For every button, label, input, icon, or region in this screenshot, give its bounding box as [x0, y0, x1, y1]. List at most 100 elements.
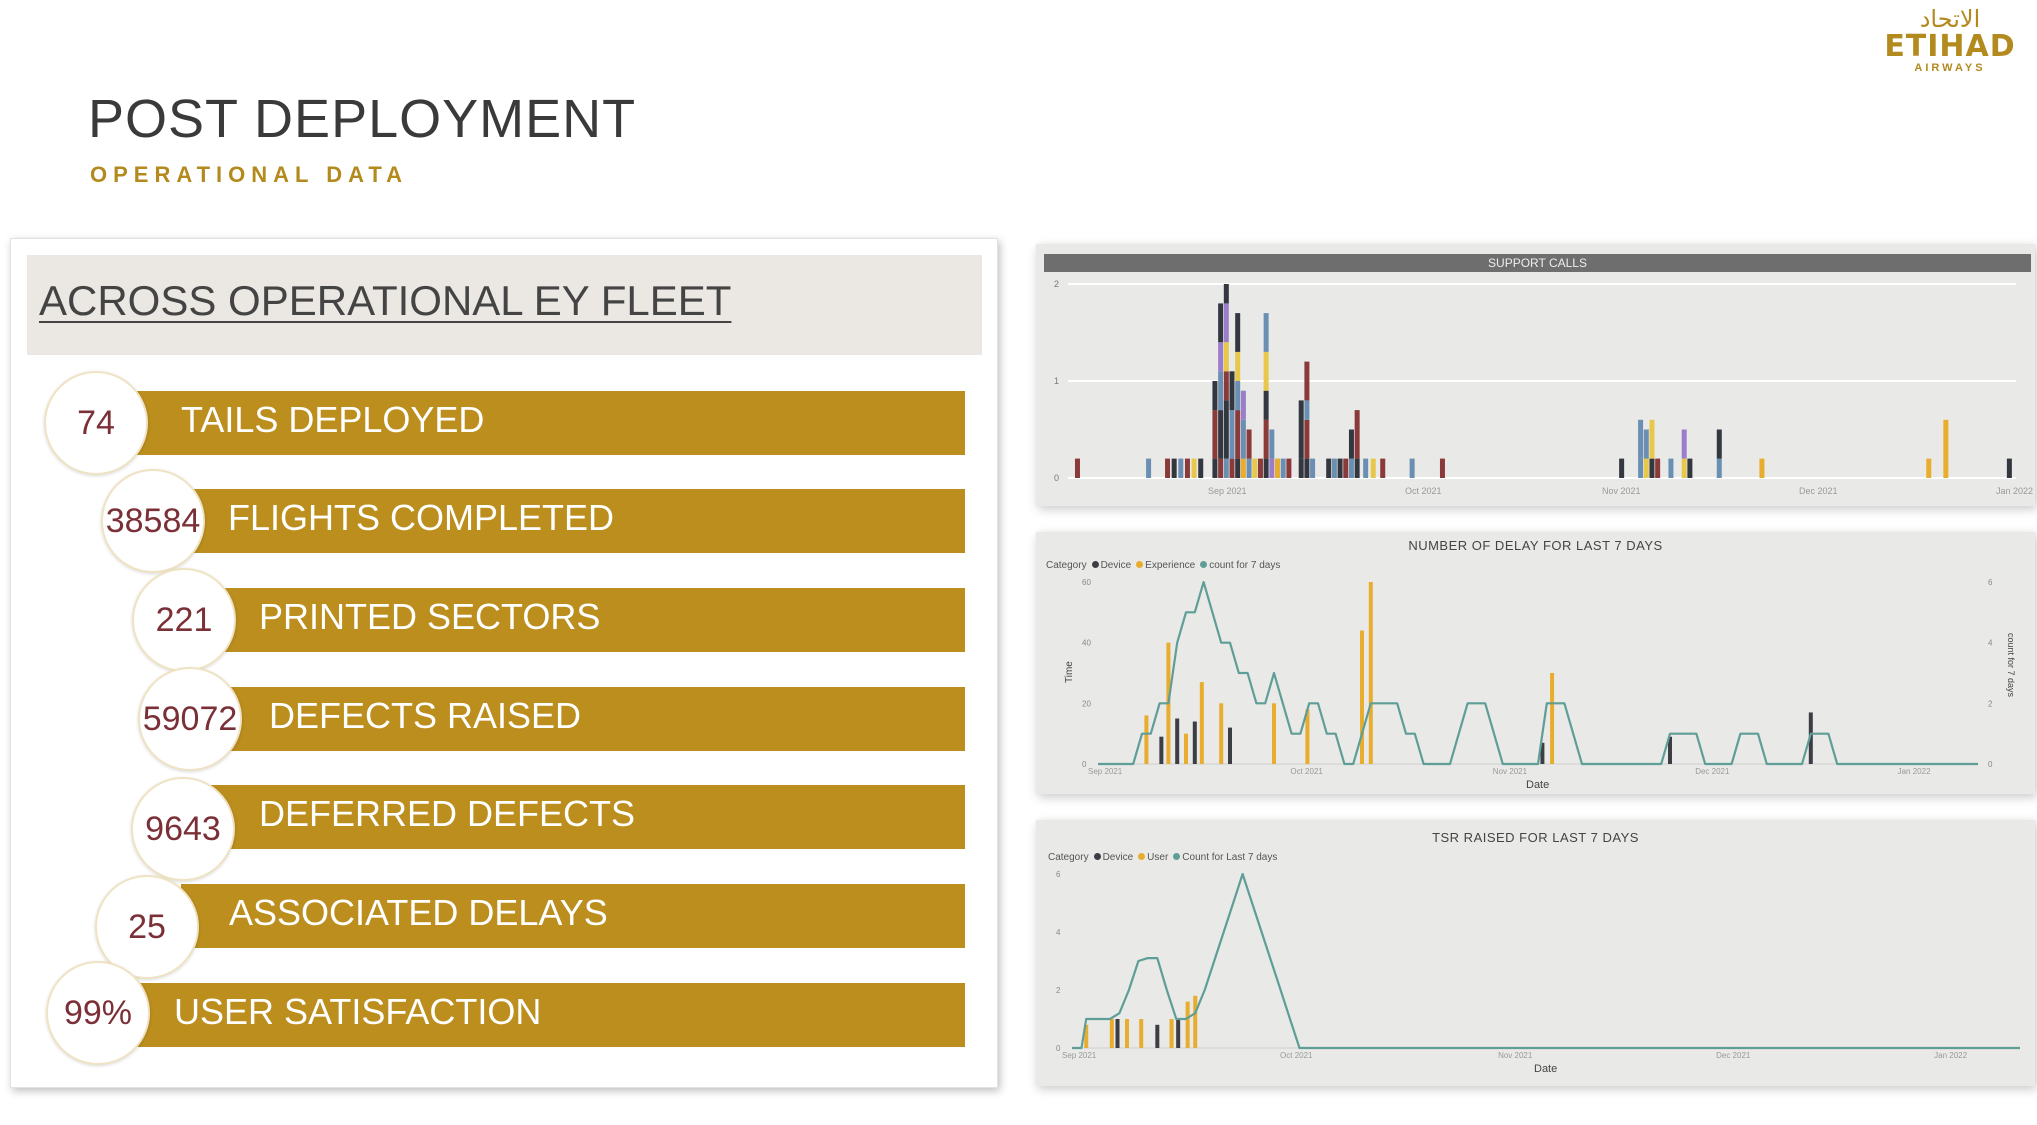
stat-bar-delays: ASSOCIATED DELAYS [181, 884, 965, 948]
bar-segment [1212, 410, 1218, 459]
y2-tick-label: 0 [1988, 760, 1993, 769]
bar-segment [1649, 458, 1655, 478]
bar-segment [1619, 458, 1625, 478]
count-line [1072, 872, 2020, 1050]
stat-label: PRINTED SECTORS [259, 596, 601, 637]
bar-segment [1252, 458, 1258, 478]
data-bar [1219, 703, 1224, 764]
bar-segment [1716, 458, 1722, 478]
y-tick-label: 60 [1082, 578, 1091, 587]
x-tick-label: Nov 2021 [1602, 486, 1641, 496]
support-calls-chart: SUPPORT CALLS 0 1 2 Sep 2021 Oct 2021 Nov 202… [1036, 244, 2035, 506]
page-subtitle: OPERATIONAL DATA [90, 162, 409, 187]
stat-label: TAILS DEPLOYED [181, 399, 485, 440]
bar-segment [1638, 419, 1644, 459]
bar-segment [1337, 458, 1343, 478]
bar-segment [1235, 458, 1241, 478]
bar-segment [1191, 458, 1197, 478]
data-bar [1272, 703, 1276, 764]
bar-segment [1184, 458, 1190, 478]
bar-segment [1409, 458, 1415, 478]
bar-segment [1439, 458, 1445, 478]
bar-segment [1286, 458, 1292, 478]
x-tick-label: Sep 2021 [1208, 486, 1247, 496]
bar-segment [1759, 458, 1765, 478]
bar-segment [1223, 371, 1229, 401]
bar-segment [1681, 458, 1687, 478]
bar-segment [1280, 458, 1286, 478]
bar-segment [1363, 458, 1369, 478]
bar-segment [1263, 458, 1269, 478]
bar-segment [1304, 361, 1310, 401]
data-bar [1368, 582, 1373, 764]
bar-segment [1263, 390, 1269, 420]
fleet-header: ACROSS OPERATIONAL EY FLEET [27, 255, 982, 355]
bar-segment [1380, 458, 1386, 478]
etihad-logo: الاتحاد ETIHAD AIRWAYS [1880, 6, 2020, 76]
bar-segment [1269, 429, 1275, 459]
data-bar [1550, 673, 1555, 764]
bar-segment [1926, 458, 1932, 478]
bar-segment [1212, 381, 1218, 411]
bar-segment [1240, 390, 1246, 420]
bar-segment [1370, 458, 1376, 478]
stat-label: DEFECTS RAISED [269, 695, 582, 736]
bar-segment [1218, 410, 1224, 459]
bar-segment [1218, 303, 1224, 343]
bar-segment [1223, 303, 1229, 343]
bar-segment [1687, 458, 1693, 478]
y-tick-label: 6 [1056, 870, 1061, 879]
data-bar [1144, 715, 1149, 764]
bar-segment [1235, 381, 1241, 411]
bar-segment [1223, 284, 1229, 304]
data-bar [1185, 1001, 1190, 1048]
bar-segment [1269, 458, 1275, 478]
bar-segment [1212, 458, 1218, 478]
x-tick-label: Jan 2022 [1996, 486, 2033, 496]
bar-segment [1304, 419, 1310, 459]
bar-segment [1643, 429, 1649, 459]
bar-segment [1223, 400, 1229, 459]
fleet-stats-panel: ACROSS OPERATIONAL EY FLEET TAILS DEPLOY… [10, 238, 998, 1088]
data-bar [1176, 1019, 1181, 1048]
bar-segment [1348, 458, 1354, 478]
data-bar [1192, 721, 1197, 764]
x-tick-label: Oct 2021 [1280, 1051, 1313, 1060]
bar-segment [1165, 458, 1171, 478]
bar-segment [1235, 313, 1241, 352]
stat-circle-flights: 38584 [101, 469, 205, 573]
bar-segment [1223, 342, 1229, 372]
stat-value: 25 [128, 907, 166, 946]
bar-segment [1178, 458, 1184, 478]
bar-segment [1343, 458, 1349, 478]
x-tick-label: Sep 2021 [1088, 767, 1123, 776]
x-tick-label: Dec 2021 [1695, 767, 1730, 776]
bar-segment [1649, 419, 1655, 459]
bar-segment [1943, 419, 1949, 459]
bar-segment [1310, 458, 1316, 478]
bar-segment [1218, 458, 1224, 478]
tsr-chart-svg: 0 2 4 6 Sep 2021 Oct 2021 Nov 2021 Dec 2021 Jan … [1056, 870, 2020, 1075]
bar-segment [1218, 371, 1224, 411]
stat-circle-defects: 59072 [138, 667, 242, 771]
bar-segment [2006, 458, 2012, 478]
bar-segment [1171, 458, 1177, 478]
data-bar [1199, 682, 1204, 764]
data-bar [1109, 1019, 1114, 1048]
stat-circle-sectors: 221 [132, 568, 236, 672]
bar-segment [1681, 429, 1687, 459]
fleet-title: ACROSS OPERATIONAL EY FLEET [39, 277, 732, 324]
stat-label: DEFERRED DEFECTS [259, 793, 636, 834]
x-axis-label: Date [1526, 779, 1549, 791]
data-bar [1184, 733, 1188, 764]
stat-circle-satisfaction: 99% [46, 961, 150, 1065]
stat-label: ASSOCIATED DELAYS [229, 892, 608, 933]
y-axis-label: Time [1064, 661, 1075, 683]
bar-segment [1304, 400, 1310, 420]
bar-segment [1235, 351, 1241, 381]
bar-segment [1668, 458, 1674, 478]
y-tick-label: 0 [1054, 473, 1059, 483]
stat-bar-satisfaction: USER SATISFACTION [136, 983, 965, 1047]
bar-segment [1354, 410, 1360, 459]
page-title: POST DEPLOYMENT [88, 89, 637, 149]
